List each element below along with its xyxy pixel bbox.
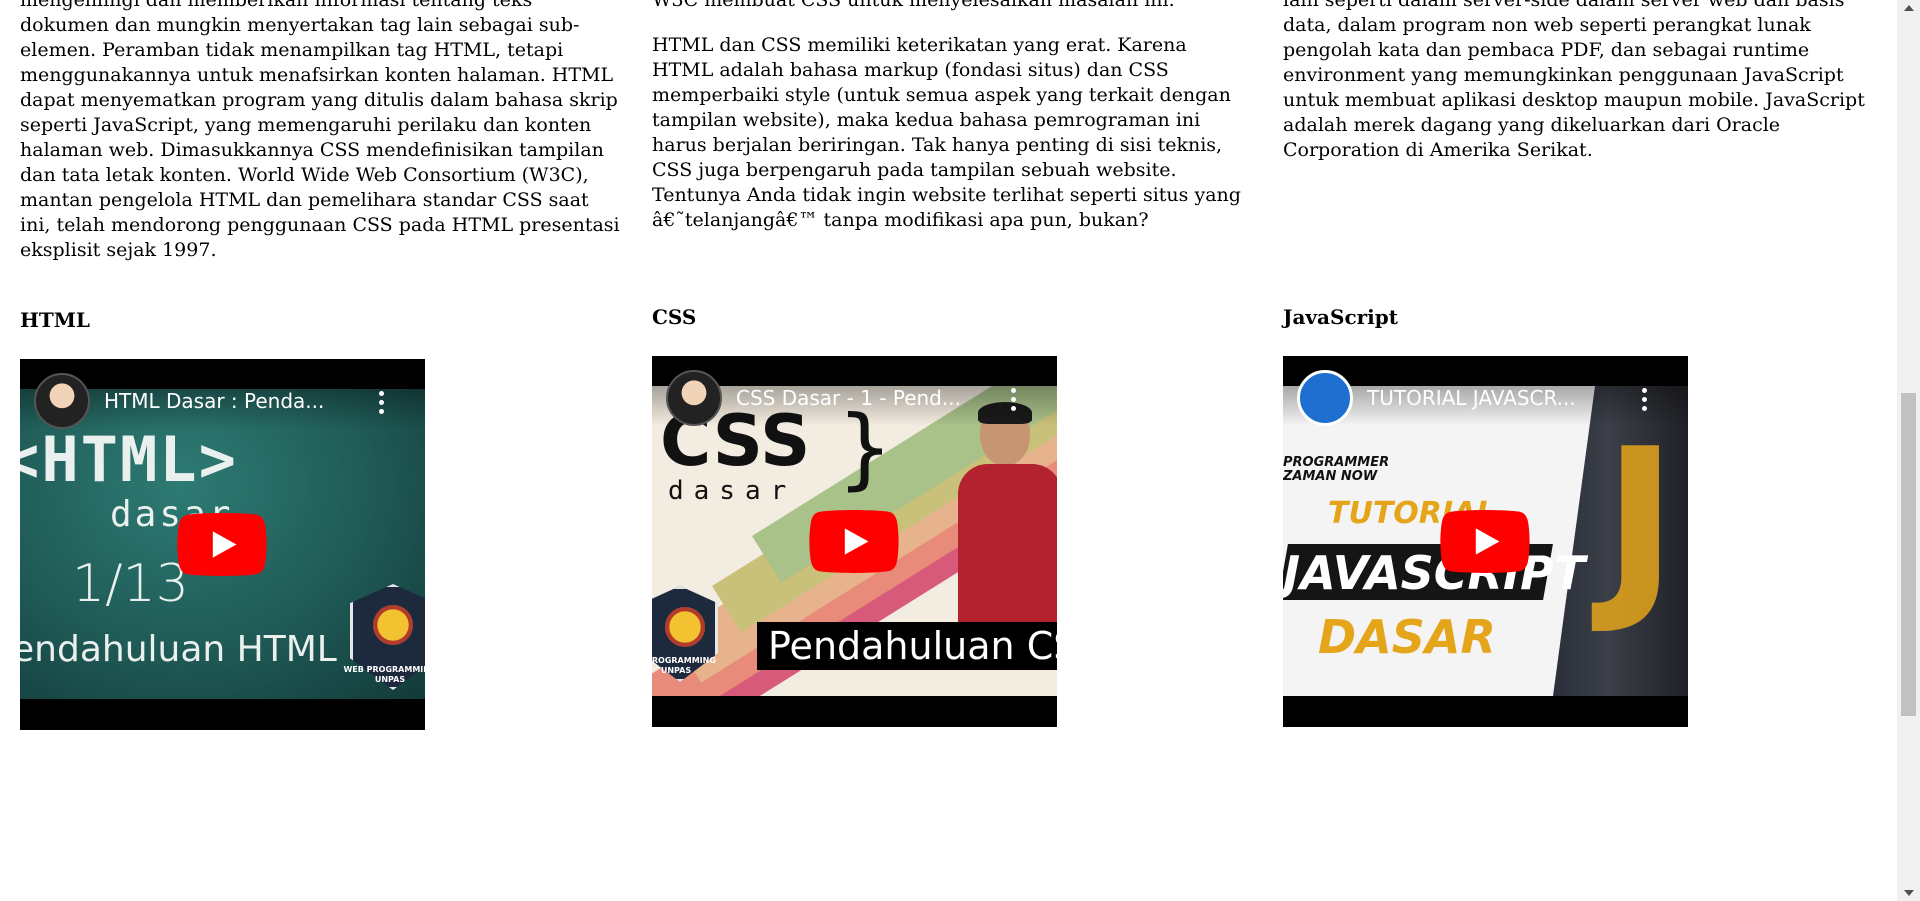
css-heading: CSS: [652, 305, 697, 329]
js-heading: JavaScript: [1283, 305, 1398, 329]
scroll-down-arrow-icon[interactable]: [1897, 884, 1920, 901]
thumb-number: 1/13: [72, 554, 189, 614]
more-vert-icon[interactable]: [379, 391, 385, 418]
thumb-caption: endahuluan HTML: [20, 629, 337, 670]
column-javascript: lain seperti dalam server-side dalam ser…: [1283, 0, 1883, 727]
channel-avatar[interactable]: [1297, 370, 1353, 426]
thumb-javascript: JAVASCRIPT: [1283, 546, 1586, 600]
more-vert-icon[interactable]: [1642, 388, 1648, 415]
column-css: W3C membuat CSS untuk menyelesaikan masa…: [652, 0, 1252, 727]
page: mengelilingi dan memberikan informasi te…: [0, 0, 1897, 901]
youtube-play-icon[interactable]: [177, 513, 267, 576]
scrollbar-thumb[interactable]: [1901, 393, 1916, 716]
css-video-embed[interactable]: CSS } dasar PROGRAMMING UNPAS Pendahulua…: [652, 356, 1057, 727]
youtube-play-icon[interactable]: [809, 510, 899, 573]
more-vert-icon[interactable]: [1011, 388, 1017, 415]
vertical-scrollbar[interactable]: [1897, 0, 1920, 901]
css-paragraph-top: W3C membuat CSS untuk menyelesaikan masa…: [652, 0, 1175, 11]
css-paragraph: HTML dan CSS memiliki keterikatan yang e…: [652, 34, 1241, 231]
video-title[interactable]: HTML Dasar : Penda...: [104, 389, 374, 413]
thumb-big-text: <HTML>: [20, 423, 238, 496]
thumb-sub-text: dasar: [668, 476, 797, 506]
thumb-caption: Pendahuluan CSS: [768, 624, 1057, 668]
channel-avatar[interactable]: [34, 373, 90, 429]
channel-name: PROGRAMMER ZAMAN NOW: [1283, 455, 1390, 484]
html-heading: HTML: [20, 308, 90, 332]
youtube-play-icon[interactable]: [1440, 510, 1530, 573]
badge-label: WEB PROGRAMMING UNPAS: [343, 665, 425, 684]
js-paragraph: lain seperti dalam server-side dalam ser…: [1283, 0, 1865, 161]
badge-label: PROGRAMMING UNPAS: [652, 656, 716, 675]
thumb-dasar: DASAR: [1318, 610, 1496, 664]
channel-avatar[interactable]: [666, 370, 722, 426]
html-paragraph: mengelilingi dan memberikan informasi te…: [20, 0, 620, 261]
column-html: mengelilingi dan memberikan informasi te…: [20, 0, 620, 730]
js-video-embed[interactable]: JS PROGRAMMER ZAMAN NOW TUTORIAL JAVASCR…: [1283, 356, 1688, 727]
video-title[interactable]: CSS Dasar - 1 - Pend...: [736, 386, 1006, 410]
scroll-up-arrow-icon[interactable]: [1897, 0, 1920, 17]
thumb-bg-js: JS: [1603, 406, 1688, 639]
html-video-embed[interactable]: <HTML> dasar 1/13 endahuluan HTML WEB PR…: [20, 359, 425, 730]
video-title[interactable]: TUTORIAL JAVASCR...: [1367, 386, 1637, 410]
